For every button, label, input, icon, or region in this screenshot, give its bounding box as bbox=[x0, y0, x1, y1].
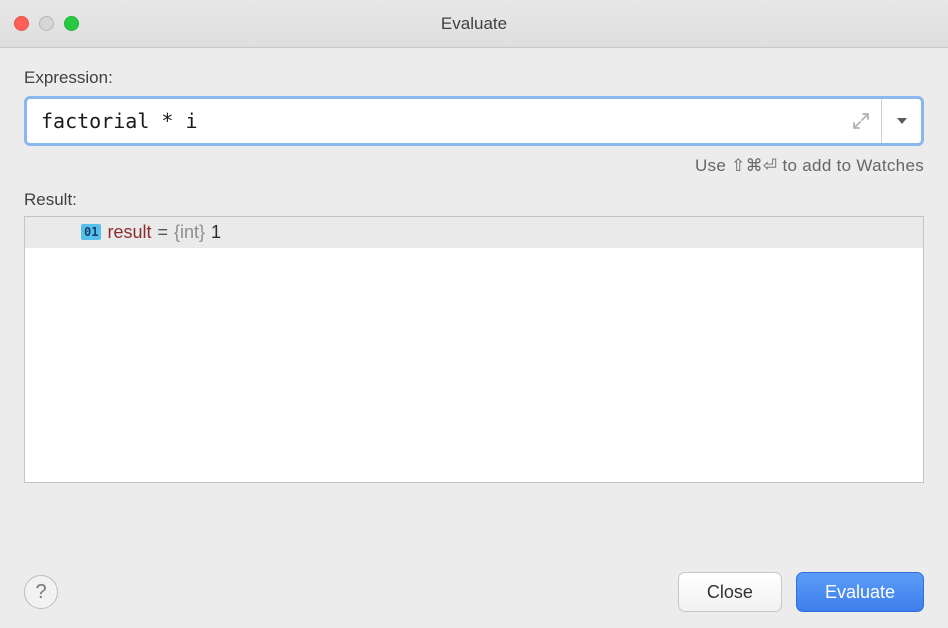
chevron-down-icon bbox=[895, 114, 909, 128]
variable-value: 1 bbox=[211, 222, 221, 243]
expand-button[interactable] bbox=[841, 99, 881, 143]
titlebar: Evaluate bbox=[0, 0, 948, 48]
expression-field-row bbox=[24, 96, 924, 146]
expand-icon bbox=[852, 112, 870, 130]
result-panel[interactable]: 01 result = {int} 1 bbox=[24, 216, 924, 483]
evaluate-button[interactable]: Evaluate bbox=[796, 572, 924, 612]
minimize-window-button bbox=[39, 16, 54, 31]
variable-name: result bbox=[107, 222, 151, 243]
add-watches-hint: Use ⇧⌘⏎ to add to Watches bbox=[24, 156, 924, 176]
type-badge: 01 bbox=[81, 224, 101, 240]
variable-type: {int} bbox=[174, 222, 205, 243]
close-button[interactable]: Close bbox=[678, 572, 782, 612]
history-dropdown-button[interactable] bbox=[881, 99, 921, 143]
result-label: Result: bbox=[24, 190, 924, 210]
expression-input[interactable] bbox=[27, 99, 841, 143]
content: Expression: Use ⇧⌘⏎ to add to Watches Re… bbox=[0, 48, 948, 501]
help-button[interactable]: ? bbox=[24, 575, 58, 609]
help-icon: ? bbox=[35, 581, 46, 604]
expression-label: Expression: bbox=[24, 68, 924, 88]
equals-sign: = bbox=[157, 222, 168, 243]
zoom-window-button[interactable] bbox=[64, 16, 79, 31]
traffic-lights bbox=[0, 16, 79, 31]
close-window-button[interactable] bbox=[14, 16, 29, 31]
result-row[interactable]: 01 result = {int} 1 bbox=[25, 217, 923, 248]
footer: ? Close Evaluate bbox=[24, 572, 924, 612]
footer-buttons: Close Evaluate bbox=[678, 572, 924, 612]
window-title: Evaluate bbox=[441, 14, 507, 34]
